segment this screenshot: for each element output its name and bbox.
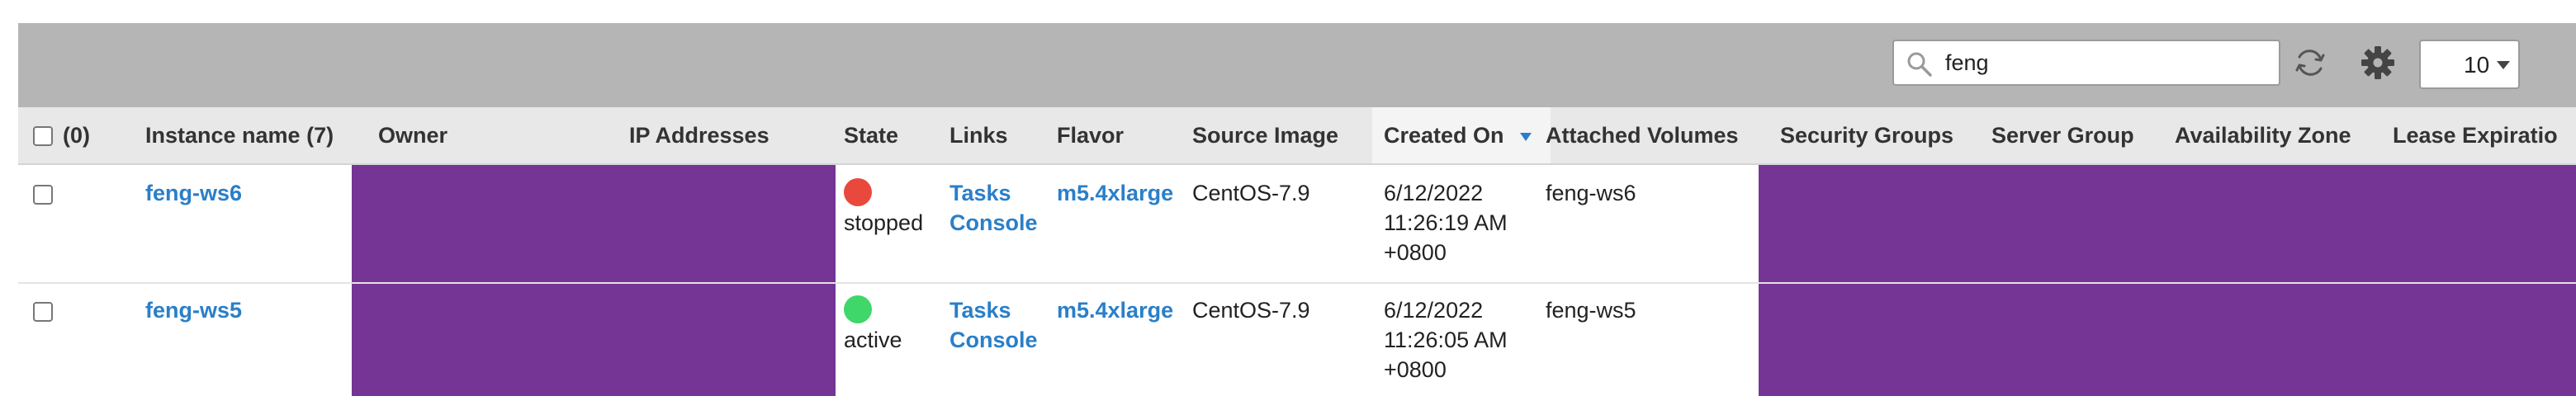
row-checkbox[interactable] <box>33 185 53 205</box>
sort-descending-icon <box>1520 132 1532 141</box>
console-link[interactable]: Console <box>949 208 1038 238</box>
state-indicator <box>844 178 872 206</box>
selected-count: (0) <box>63 123 90 148</box>
chevron-down-icon <box>2497 61 2510 69</box>
column-links[interactable]: Links <box>949 107 1008 163</box>
tasks-link[interactable]: Tasks <box>949 178 1038 208</box>
column-created-on-label: Created On <box>1384 123 1504 148</box>
column-ip-addresses[interactable]: IP Addresses <box>629 107 769 163</box>
page-size-value: 10 <box>2464 52 2490 78</box>
flavor-link[interactable]: m5.4xlarge <box>1057 295 1173 325</box>
column-source-image[interactable]: Source Image <box>1192 107 1338 163</box>
created-tz: +0800 <box>1384 357 1447 382</box>
source-image: CentOS-7.9 <box>1192 298 1310 323</box>
column-owner[interactable]: Owner <box>378 107 447 163</box>
column-state[interactable]: State <box>844 107 898 163</box>
created-tz: +0800 <box>1384 240 1447 265</box>
attached-volume: feng-ws6 <box>1546 181 1636 205</box>
table-toolbar: 10 <box>18 23 2576 107</box>
created-time: 11:26:19 AM <box>1384 210 1508 235</box>
state-label: stopped <box>844 210 924 235</box>
search-icon <box>1907 52 1932 77</box>
state-cell: active <box>844 295 902 355</box>
created-on: 6/12/2022 11:26:05 AM +0800 <box>1384 295 1508 384</box>
column-attached-volumes[interactable]: Attached Volumes <box>1546 107 1739 163</box>
column-instance-name[interactable]: Instance name (7) <box>145 107 334 163</box>
state-cell: stopped <box>844 178 923 238</box>
search-box[interactable] <box>1892 40 2280 86</box>
created-on: 6/12/2022 11:26:19 AM +0800 <box>1384 178 1508 267</box>
table-header: (0) Instance name (7) Owner IP Addresses… <box>18 107 2576 165</box>
select-all-checkbox[interactable] <box>33 126 53 146</box>
flavor-link[interactable]: m5.4xlarge <box>1057 178 1173 208</box>
page-size-select[interactable]: 10 <box>2419 40 2520 89</box>
state-indicator <box>844 295 872 323</box>
created-time: 11:26:05 AM <box>1384 328 1508 352</box>
table-row: feng-ws6 stopped Tasks Console m5.4xlarg… <box>18 165 2576 282</box>
redacted-block <box>1759 284 2576 396</box>
column-availability-zone[interactable]: Availability Zone <box>2175 107 2351 163</box>
redacted-block <box>352 165 836 282</box>
column-created-on[interactable]: Created On <box>1372 107 1551 163</box>
created-date: 6/12/2022 <box>1384 298 1484 323</box>
table-row: feng-ws5 active Tasks Console m5.4xlarge… <box>18 282 2576 396</box>
instance-name-link[interactable]: feng-ws5 <box>145 295 242 325</box>
column-lease-expiration[interactable]: Lease Expiratio <box>2393 107 2558 163</box>
refresh-icon[interactable] <box>2290 43 2330 82</box>
redacted-block <box>352 284 836 396</box>
console-link[interactable]: Console <box>949 325 1038 355</box>
attached-volume: feng-ws5 <box>1546 298 1636 323</box>
gear-icon[interactable] <box>2358 43 2398 82</box>
redacted-block <box>1759 165 2576 282</box>
column-server-group[interactable]: Server Group <box>1991 107 2134 163</box>
created-date: 6/12/2022 <box>1384 181 1484 205</box>
instance-name-link[interactable]: feng-ws6 <box>145 178 242 208</box>
links-cell: Tasks Console <box>949 178 1038 238</box>
search-input[interactable] <box>1945 48 2259 78</box>
links-cell: Tasks Console <box>949 295 1038 355</box>
tasks-link[interactable]: Tasks <box>949 295 1038 325</box>
state-label: active <box>844 328 902 352</box>
source-image: CentOS-7.9 <box>1192 181 1310 205</box>
row-checkbox[interactable] <box>33 302 53 322</box>
column-security-groups[interactable]: Security Groups <box>1780 107 1953 163</box>
column-flavor[interactable]: Flavor <box>1057 107 1124 163</box>
